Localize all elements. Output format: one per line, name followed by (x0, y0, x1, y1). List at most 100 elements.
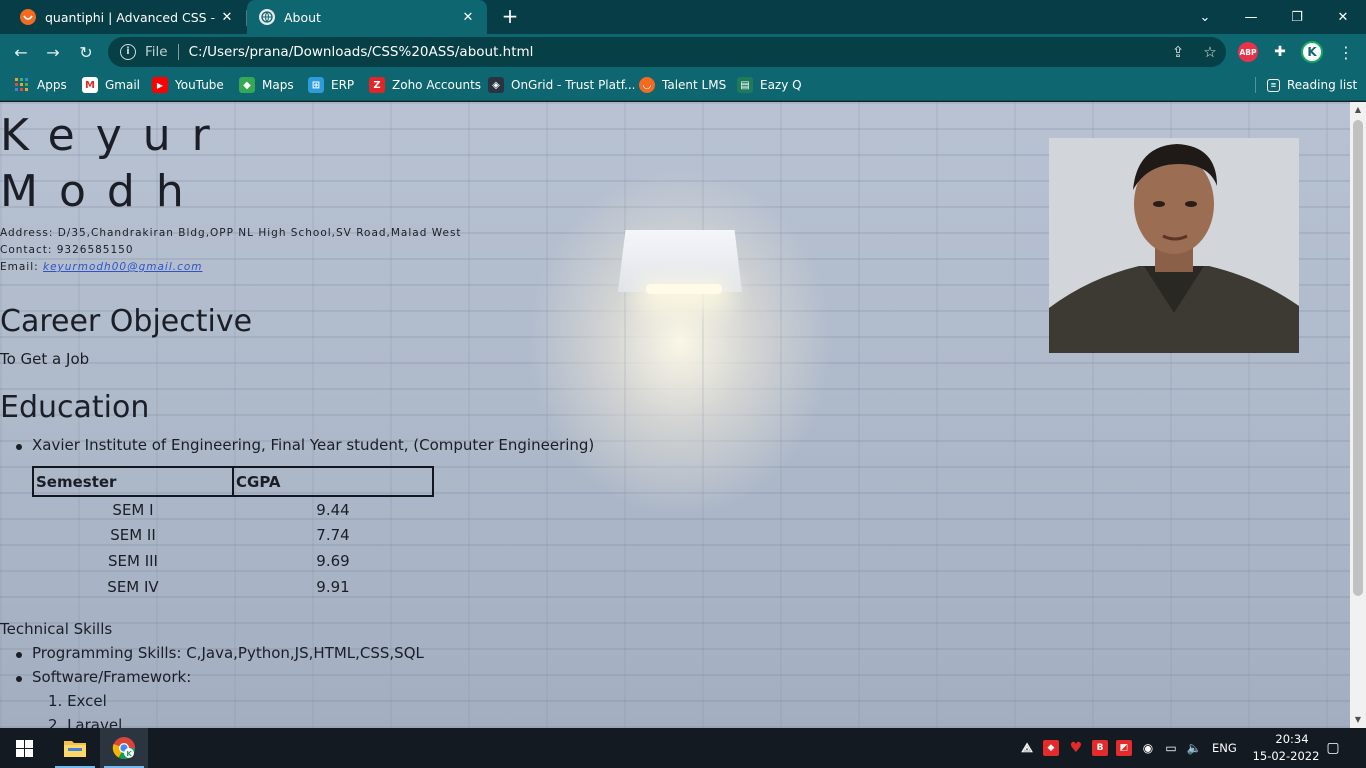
network-drive-icon[interactable]: ⟁ (1019, 740, 1035, 756)
apps-grid-icon (14, 77, 30, 93)
scroll-down-icon[interactable]: ▼ (1350, 712, 1366, 728)
bookmark-maps[interactable]: ◆ Maps (239, 75, 294, 95)
reload-button[interactable]: ↻ (73, 39, 99, 65)
notifications-icon[interactable]: ▢ (1325, 740, 1341, 756)
semester-cell: SEM III (108, 552, 158, 570)
language-indicator[interactable]: ENG (1212, 741, 1237, 755)
close-tab-icon[interactable]: ✕ (457, 10, 479, 25)
tab-quantiphi[interactable]: quantiphi | Advanced CSS - SD | I ✕ (8, 0, 246, 34)
bookmark-apps[interactable]: Apps (14, 75, 67, 95)
cgpa-cell: 9.69 (316, 552, 350, 570)
bookmark-youtube[interactable]: ▶ YouTube (152, 75, 224, 95)
profile-photo (1049, 138, 1299, 353)
profile-avatar[interactable]: K (1301, 41, 1323, 63)
windows-start-icon (15, 739, 33, 757)
gmail-icon: M (82, 77, 98, 93)
file-explorer-button[interactable] (51, 728, 99, 768)
framework-item: 1. Excel (48, 692, 107, 710)
bookmark-label: Eazy Q (760, 78, 802, 92)
tab-about[interactable]: About ✕ (247, 0, 487, 34)
chrome-taskbar-button[interactable]: K (100, 728, 148, 768)
resume-page: Keyur Modh Address: D/35,Chandrakiran Bl… (0, 102, 1350, 728)
page-viewport: Keyur Modh Address: D/35,Chandrakiran Bl… (0, 102, 1350, 728)
bookmark-zoho-accounts[interactable]: Z Zoho Accounts (369, 75, 481, 95)
url-scheme: File (145, 44, 168, 60)
amd-icon[interactable]: ◩ (1116, 740, 1132, 756)
scroll-up-icon[interactable]: ▲ (1350, 102, 1366, 118)
cgpa-cell: 9.91 (316, 578, 350, 596)
reading-list-label: Reading list (1287, 78, 1358, 92)
semester-cell: SEM II (110, 526, 156, 544)
framework-item: 2. Laravel (48, 716, 123, 728)
back-button[interactable]: ← (8, 39, 34, 65)
scrollbar-thumb[interactable] (1353, 120, 1363, 596)
close-tab-icon[interactable]: ✕ (216, 10, 238, 25)
cgpa-cell: 9.44 (316, 500, 350, 519)
bookmark-label: Maps (262, 78, 294, 92)
puzzle-icon[interactable]: ✚ (1270, 42, 1290, 62)
bookmark-label: OnGrid - Trust Platf... (511, 78, 636, 92)
list-bullet (16, 652, 22, 658)
list-bullet (16, 676, 22, 682)
table-header-cgpa: CGPA (232, 466, 434, 497)
volume-icon[interactable]: 🔈 (1186, 740, 1202, 756)
address-bar[interactable]: i File C:/Users/prana/Downloads/CSS%20AS… (108, 37, 1226, 67)
tab-title: About (284, 9, 321, 25)
menu-kebab-icon[interactable]: ⋮ (1333, 39, 1359, 65)
talent-lms-icon: ◡ (639, 77, 655, 93)
bookmark-gmail[interactable]: M Gmail (82, 75, 140, 95)
bookmark-label: Talent LMS (662, 78, 727, 92)
b-app-icon[interactable]: B (1092, 740, 1108, 756)
first-name-heading: Keyur (0, 110, 231, 161)
table-header-semester: Semester (32, 466, 234, 497)
tab-title: quantiphi | Advanced CSS - SD | I (45, 9, 216, 25)
ongrid-cube-icon: ◈ (488, 77, 504, 93)
tab-search-icon[interactable]: ⌄ (1182, 0, 1228, 34)
discord-icon[interactable]: ◉ (1140, 740, 1156, 756)
windows-taskbar: K ⟁ ◆ ♥ B ◩ ◉ ▭ 🔈 ENG 20:34 15-02-2022 ▢ (0, 728, 1366, 768)
semester-cell: SEM IV (107, 578, 159, 596)
reading-list-icon: ≡ (1267, 78, 1280, 92)
skills-item-software: Software/Framework: (32, 668, 192, 686)
start-button[interactable] (0, 728, 48, 768)
table-row: SEM II 7.74 (33, 522, 433, 548)
bookmark-star-icon[interactable]: ☆ (1194, 43, 1226, 61)
mcafee-icon[interactable]: ♥ (1068, 740, 1084, 756)
globe-icon (259, 9, 275, 25)
reading-list-button[interactable]: ≡ Reading list (1267, 75, 1357, 95)
table-row: SEM III 9.69 (33, 548, 433, 574)
network-icon[interactable]: ▭ (1163, 740, 1179, 756)
list-bullet (16, 444, 22, 450)
url-divider (177, 44, 179, 60)
cgpa-cell: 7.74 (316, 526, 350, 544)
browser-toolbar: ← → ↻ i File C:/Users/prana/Downloads/CS… (0, 34, 1366, 69)
zoho-icon: Z (369, 77, 385, 93)
bookmark-talent-lms[interactable]: ◡ Talent LMS (639, 75, 726, 95)
restore-button[interactable]: ❐ (1274, 0, 1320, 34)
cgpa-table: Semester CGPA SEM I 9.44 SEM II 7.74 SEM I… (32, 466, 434, 600)
new-tab-button[interactable]: + (498, 5, 522, 29)
share-icon[interactable]: ⇪ (1162, 43, 1194, 61)
svg-text:K: K (126, 750, 132, 758)
education-item: Xavier Institute of Engineering, Final Y… (32, 436, 595, 454)
close-window-button[interactable]: ✕ (1320, 0, 1366, 34)
clock-date[interactable]: 15-02-2022 (1250, 749, 1322, 763)
forward-button[interactable]: → (40, 39, 66, 65)
url-text[interactable]: C:/Users/prana/Downloads/CSS%20ASS/about… (189, 44, 1162, 60)
bookmark-label: YouTube (175, 78, 224, 92)
clock-time[interactable]: 20:34 (1262, 732, 1322, 746)
minimize-button[interactable]: — (1228, 0, 1274, 34)
bookmark-erp[interactable]: ⊞ ERP (308, 75, 354, 95)
bookmark-eazy-q[interactable]: ▤ Eazy Q (737, 75, 802, 95)
bookmark-ongrid[interactable]: ◈ OnGrid - Trust Platf... (488, 75, 636, 95)
career-objective-text: To Get a Job (0, 350, 90, 368)
email-line: Email: keyurmodh00@gmail.com (0, 259, 203, 276)
anydesk-icon[interactable]: ◆ (1043, 740, 1059, 756)
vertical-scrollbar[interactable]: ▲ ▼ (1350, 102, 1366, 728)
tab-strip: quantiphi | Advanced CSS - SD | I ✕ Abou… (0, 0, 1366, 34)
email-link[interactable]: keyurmodh00@gmail.com (43, 261, 202, 273)
info-icon[interactable]: i (120, 44, 136, 60)
skills-item-programming: Programming Skills: C,Java,Python,JS,HTM… (32, 644, 424, 662)
adblock-plus-icon[interactable]: ABP (1238, 42, 1258, 62)
career-objective-heading: Career Objective (0, 304, 253, 339)
